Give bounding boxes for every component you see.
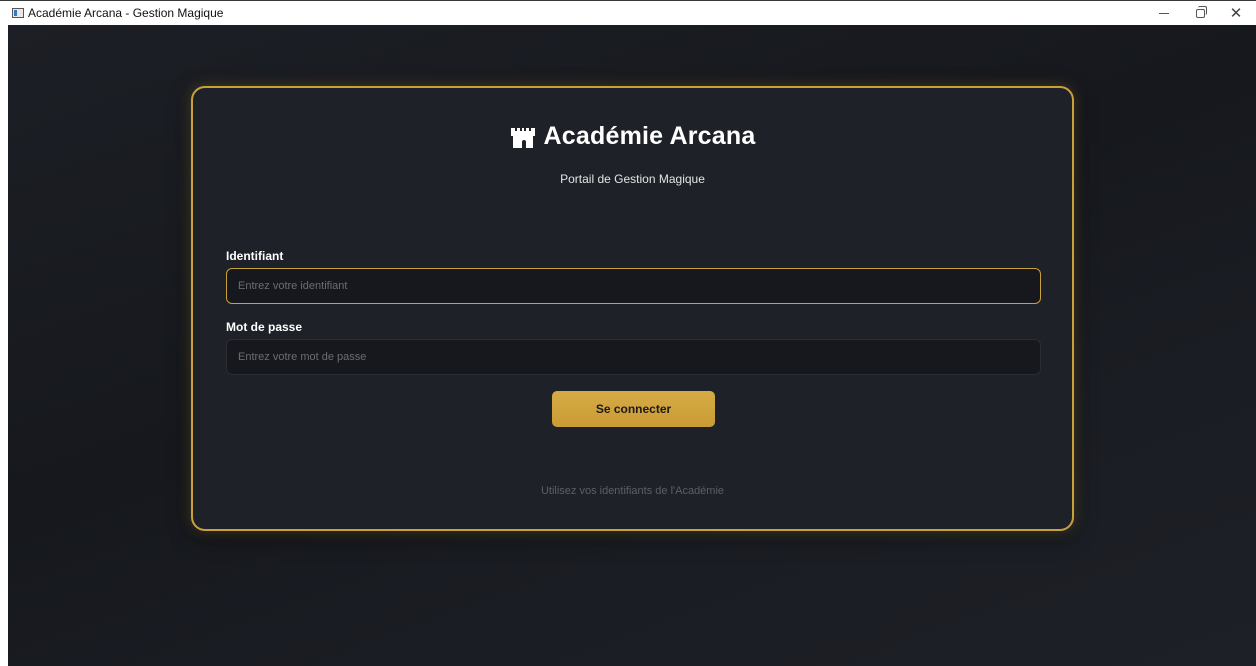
brand-header: Académie Arcana [193, 122, 1072, 151]
app-title: Académie Arcana [543, 122, 756, 150]
app-window: Académie Arcana - Gestion Magique ✕ Acad… [0, 0, 1256, 666]
close-icon: ✕ [1229, 4, 1243, 22]
password-label: Mot de passe [226, 320, 303, 334]
minimize-icon [1159, 12, 1169, 14]
window-title: Académie Arcana - Gestion Magique [28, 6, 224, 20]
login-card: Académie Arcana Portail de Gestion Magiq… [191, 86, 1074, 531]
minimize-button[interactable] [1146, 1, 1182, 25]
restore-icon [1195, 5, 1207, 18]
castle-icon [510, 127, 535, 148]
main-content: Académie Arcana Portail de Gestion Magiq… [8, 25, 1256, 666]
title-bar: Académie Arcana - Gestion Magique ✕ [0, 0, 1256, 25]
password-input[interactable] [226, 339, 1041, 375]
footer-note: Utilisez vos identifiants de l'Académie [540, 485, 725, 497]
app-subtitle: Portail de Gestion Magique [560, 172, 705, 186]
login-button[interactable]: Se connecter [552, 391, 715, 427]
username-label: Identifiant [226, 249, 284, 263]
app-icon [12, 8, 24, 18]
close-button[interactable]: ✕ [1218, 1, 1254, 25]
maximize-button[interactable] [1182, 1, 1218, 25]
username-input[interactable] [226, 268, 1041, 304]
